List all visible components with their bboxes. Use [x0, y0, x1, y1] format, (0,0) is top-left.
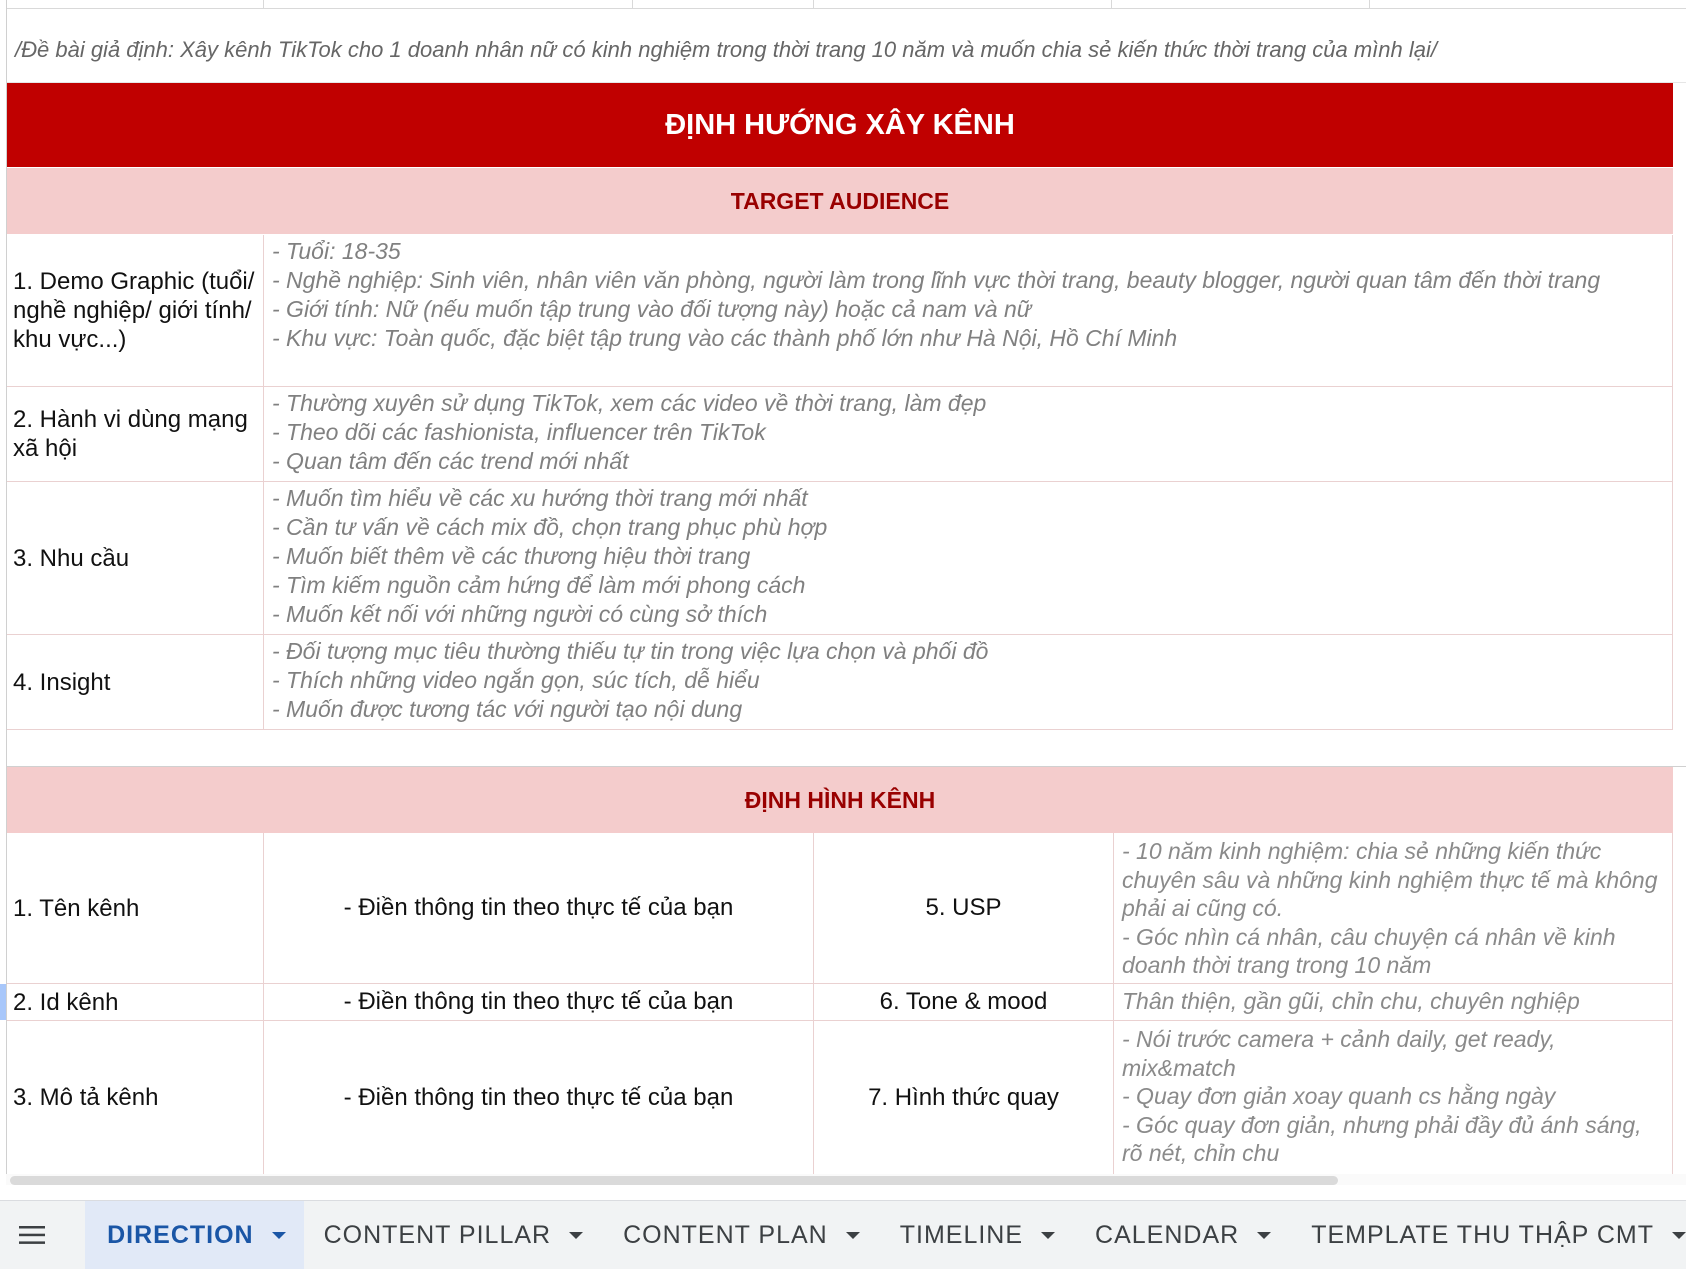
needs-line: - Muốn tìm hiểu về các xu hướng thời tra…: [272, 485, 808, 511]
insight-line: - Đối tượng mục tiêu thường thiếu tự tin…: [272, 638, 989, 664]
filming-format-line: - Nói trước camera + cảnh daily, get rea…: [1122, 1026, 1556, 1081]
channel-id-label: 2. Id kênh: [13, 988, 119, 1016]
all-sheets-menu-button[interactable]: [0, 1201, 63, 1269]
hamburger-menu-icon: [18, 1226, 45, 1244]
column-divider: [813, 0, 814, 9]
header-row-strip: [6, 0, 1686, 9]
social-behavior-label-cell[interactable]: 2. Hành vi dùng mạng xã hội: [7, 387, 264, 482]
channel-description-label: 3. Mô tả kênh: [13, 1084, 159, 1111]
column-divider: [1111, 0, 1112, 9]
social-behavior-line: - Quan tâm đến các trend mới nhất: [272, 448, 629, 474]
selected-row-indicator: [0, 984, 6, 1020]
tab-label: CONTENT PILLAR: [323, 1220, 552, 1249]
channel-id-label-cell[interactable]: 2. Id kênh: [7, 984, 264, 1021]
tone-mood-line: Thân thiện, gần gũi, chỉn chu, chuyên ng…: [1122, 988, 1580, 1014]
tab-label: DIRECTION: [107, 1220, 254, 1249]
channel-description-value: - Điền thông tin theo thực tế của bạn: [343, 1083, 734, 1111]
tab-template-comments[interactable]: TEMPLATE THU THẬP CMT: [1291, 1201, 1686, 1269]
tab-label: CALENDAR: [1095, 1220, 1240, 1249]
needs-line: - Cần tư vấn về cách mix đồ, chọn trang …: [272, 514, 828, 540]
channel-name-label: 1. Tên kênh: [13, 894, 140, 922]
needs-label: 3. Nhu cầu: [13, 544, 130, 572]
insight-content-cell[interactable]: - Đối tượng mục tiêu thường thiếu tự tin…: [264, 635, 1673, 730]
needs-label-cell[interactable]: 3. Nhu cầu: [7, 482, 264, 635]
tone-mood-content-cell[interactable]: Thân thiện, gần gũi, chỉn chu, chuyên ng…: [1114, 984, 1673, 1021]
needs-line: - Muốn biết thêm về các thương hiệu thời…: [272, 543, 751, 569]
social-behavior-content-cell[interactable]: - Thường xuyên sử dụng TikTok, xem các v…: [264, 387, 1673, 482]
tab-content-plan[interactable]: CONTENT PLAN: [603, 1201, 880, 1269]
tab-content-pillar[interactable]: CONTENT PILLAR: [304, 1201, 603, 1269]
needs-line: - Muốn kết nối với những người có cùng s…: [272, 601, 768, 627]
social-behavior-line: - Theo dõi các fashionista, influencer t…: [272, 419, 766, 445]
channel-description-value-cell[interactable]: - Điền thông tin theo thực tế của bạn: [264, 1021, 814, 1175]
insight-line: - Muốn được tương tác với người tạo nội …: [272, 696, 743, 722]
caret-down-icon[interactable]: [569, 1231, 584, 1239]
assumption-note-cell[interactable]: /Đề bài giả định: Xây kênh TikTok cho 1 …: [7, 9, 1686, 83]
usp-line: - 10 năm kinh nghiệm: chia sẻ những kiến…: [1122, 838, 1658, 921]
horizontal-scrollbar-thumb[interactable]: [10, 1176, 1338, 1185]
tone-mood-label: 6. Tone & mood: [879, 988, 1048, 1015]
channel-description-label-cell[interactable]: 3. Mô tả kênh: [7, 1021, 264, 1175]
filming-format-line: - Góc quay đơn giản, nhưng phải đầy đủ á…: [1122, 1111, 1642, 1167]
insight-label-cell[interactable]: 4. Insight: [7, 635, 264, 730]
demographic-occupation-line: - Nghề nghiệp: Sinh viên, nhân viên văn …: [272, 267, 1601, 293]
demographic-content-cell[interactable]: - Tuổi: 18-35 - Nghề nghiệp: Sinh viên, …: [264, 235, 1673, 387]
usp-content-cell[interactable]: - 10 năm kinh nghiệm: chia sẻ những kiến…: [1114, 833, 1673, 984]
caret-down-icon[interactable]: [1257, 1231, 1272, 1239]
usp-label-cell[interactable]: 5. USP: [814, 833, 1114, 984]
filming-format-line: - Quay đơn giản xoay quanh cs hằng ngày: [1122, 1083, 1556, 1109]
needs-content-cell[interactable]: - Muốn tìm hiểu về các xu hướng thời tra…: [264, 482, 1673, 635]
tab-label: CONTENT PLAN: [623, 1220, 828, 1249]
tab-label: TEMPLATE THU THẬP CMT: [1311, 1220, 1654, 1249]
demographic-label-cell[interactable]: 1. Demo Graphic (tuổi/ nghề nghiệp/ giới…: [7, 235, 264, 387]
caret-down-icon[interactable]: [1041, 1231, 1056, 1239]
empty-row[interactable]: [7, 729, 1686, 767]
filming-format-label: 7. Hình thức quay: [868, 1083, 1059, 1111]
demographic-region-line: - Khu vực: Toàn quốc, đặc biệt tập trung…: [272, 325, 1178, 351]
tab-direction[interactable]: DIRECTION: [85, 1201, 304, 1269]
channel-name-value: - Điền thông tin theo thực tế của bạn: [343, 894, 734, 921]
channel-name-label-cell[interactable]: 1. Tên kênh: [7, 833, 264, 984]
demographic-label: 1. Demo Graphic (tuổi/ nghề nghiệp/ giới…: [13, 268, 255, 353]
caret-down-icon[interactable]: [845, 1231, 860, 1239]
filming-format-label-cell[interactable]: 7. Hình thức quay: [814, 1021, 1114, 1175]
demographic-gender-line: - Giới tính: Nữ (nếu muốn tập trung vào …: [272, 296, 1032, 322]
target-audience-header[interactable]: TARGET AUDIENCE: [7, 168, 1673, 234]
tab-label: TIMELINE: [899, 1220, 1024, 1249]
social-behavior-line: - Thường xuyên sử dụng TikTok, xem các v…: [272, 390, 987, 416]
column-divider: [632, 0, 633, 9]
sheet-tab-bar: DIRECTION CONTENT PILLAR CONTENT PLAN TI…: [0, 1200, 1686, 1269]
insight-line: - Thích những video ngắn gọn, súc tích, …: [272, 667, 760, 693]
needs-line: - Tìm kiếm nguồn cảm hứng để làm mới pho…: [272, 572, 806, 598]
spreadsheet-grid: /Đề bài giả định: Xây kênh TikTok cho 1 …: [0, 0, 1686, 1185]
channel-shaping-header[interactable]: ĐỊNH HÌNH KÊNH: [7, 767, 1673, 833]
social-behavior-label: 2. Hành vi dùng mạng xã hội: [13, 406, 248, 462]
insight-label: 4. Insight: [13, 668, 111, 696]
caret-down-icon[interactable]: [1672, 1231, 1686, 1239]
tone-mood-label-cell[interactable]: 6. Tone & mood: [814, 984, 1114, 1021]
filming-format-content-cell[interactable]: - Nói trước camera + cảnh daily, get rea…: [1114, 1021, 1673, 1175]
usp-label: 5. USP: [925, 894, 1002, 921]
channel-id-value-cell[interactable]: - Điền thông tin theo thực tế của bạn: [264, 984, 814, 1021]
column-divider: [1369, 0, 1370, 9]
tab-calendar[interactable]: CALENDAR: [1075, 1201, 1291, 1269]
channel-id-value: - Điền thông tin theo thực tế của bạn: [343, 988, 734, 1015]
demographic-age-line: - Tuổi: 18-35: [272, 238, 401, 264]
caret-down-icon[interactable]: [271, 1231, 286, 1239]
channel-name-value-cell[interactable]: - Điền thông tin theo thực tế của bạn: [264, 833, 814, 984]
column-divider: [263, 0, 264, 9]
channel-direction-banner[interactable]: ĐỊNH HƯỚNG XÂY KÊNH: [7, 83, 1673, 167]
tab-timeline[interactable]: TIMELINE: [880, 1201, 1075, 1269]
usp-line: - Góc nhìn cá nhân, câu chuyện cá nhân v…: [1122, 923, 1616, 979]
